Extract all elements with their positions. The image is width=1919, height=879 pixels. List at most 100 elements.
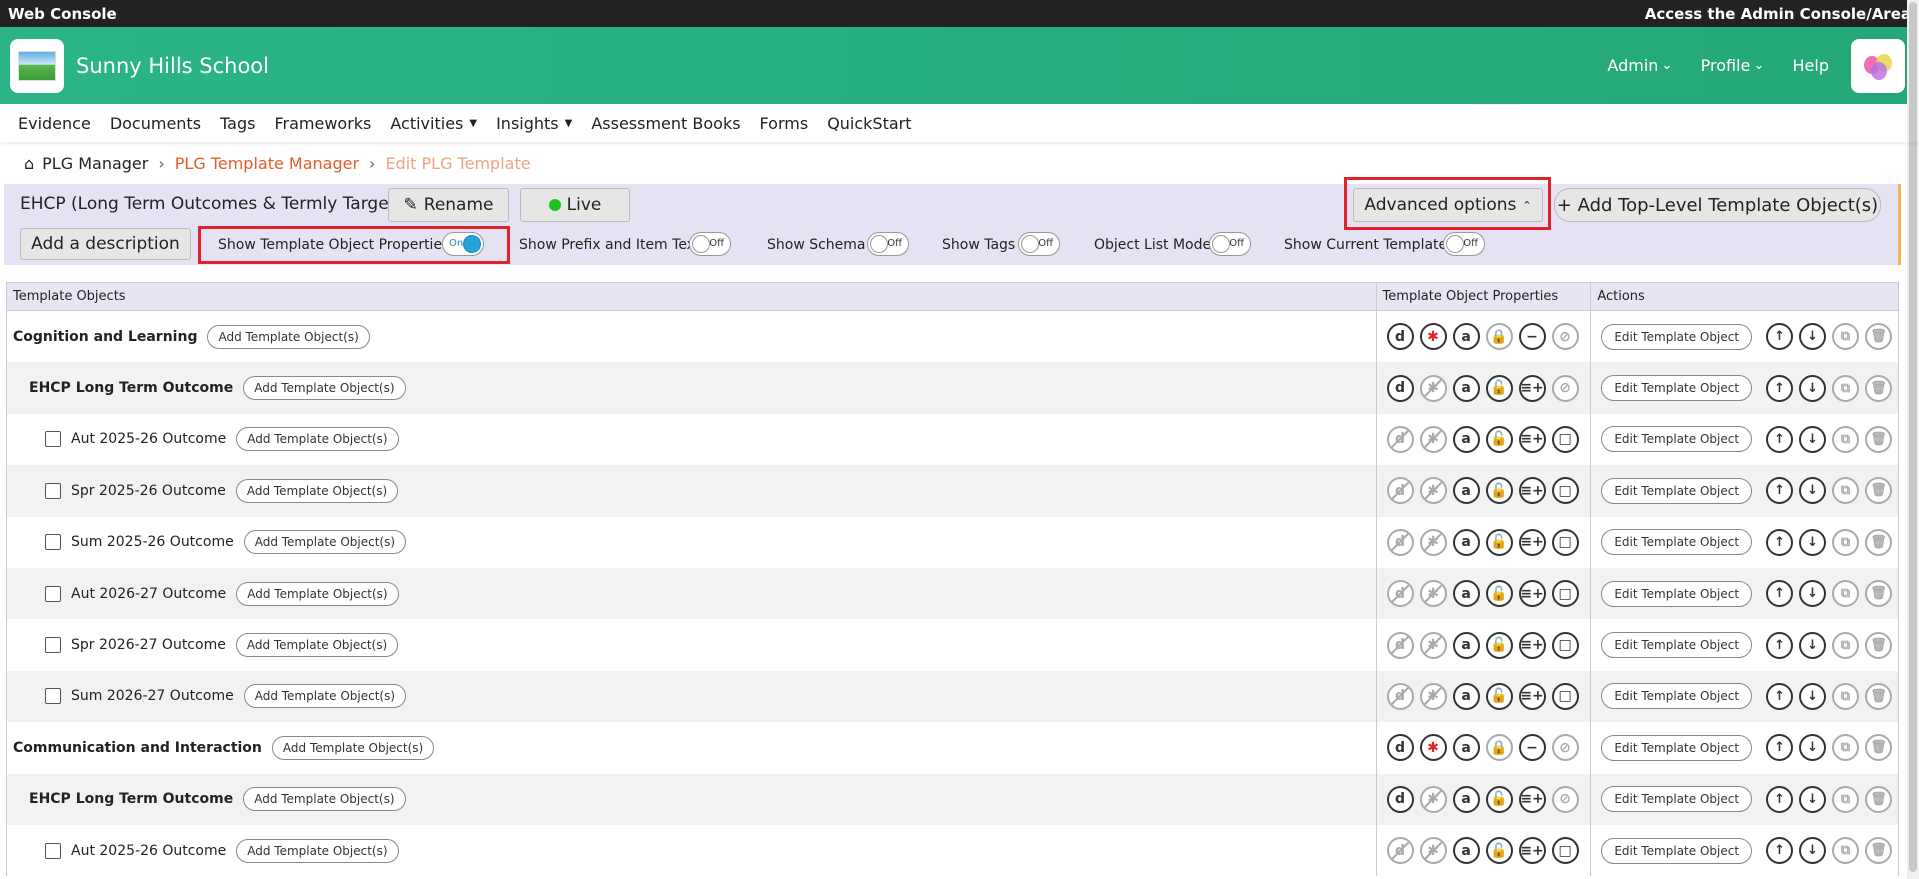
duplicate-icon[interactable]: ⧉: [1832, 477, 1860, 505]
move-up-icon[interactable]: ↑: [1766, 323, 1794, 351]
edit-template-object-button[interactable]: Edit Template Object: [1601, 323, 1753, 350]
add-template-object-button[interactable]: Add Template Object(s): [207, 324, 370, 349]
rename-button[interactable]: ✎ Rename: [388, 188, 509, 222]
a-property-icon[interactable]: a: [1452, 323, 1480, 351]
row-checkbox[interactable]: [45, 585, 61, 602]
required-star-icon[interactable]: ✱: [1419, 425, 1447, 453]
menu-activities[interactable]: Activities ▼: [390, 114, 477, 133]
menu-quickstart[interactable]: QuickStart: [827, 114, 911, 133]
move-down-icon[interactable]: ↓: [1799, 323, 1827, 351]
duplicate-icon[interactable]: ⧉: [1832, 837, 1860, 865]
add-template-object-button[interactable]: Add Template Object(s): [235, 633, 399, 658]
menu-forms[interactable]: Forms: [760, 114, 809, 133]
delete-icon[interactable]: 🗑: [1865, 682, 1893, 710]
delete-icon[interactable]: 🗑: [1865, 785, 1893, 813]
breadcrumb-template-manager[interactable]: PLG Template Manager: [175, 154, 359, 173]
row-checkbox[interactable]: [45, 637, 61, 654]
move-down-icon[interactable]: ↓: [1799, 425, 1827, 453]
move-down-icon[interactable]: ↓: [1799, 682, 1827, 710]
row-checkbox[interactable]: [45, 431, 61, 448]
edit-template-object-button[interactable]: Edit Template Object: [1601, 426, 1753, 453]
menu-tags[interactable]: Tags: [220, 114, 255, 133]
delete-icon[interactable]: 🗑: [1865, 631, 1893, 659]
home-icon[interactable]: ⌂: [24, 154, 34, 173]
d-property-icon[interactable]: d: [1386, 374, 1414, 402]
delete-icon[interactable]: 🗑: [1865, 425, 1893, 453]
a-property-icon[interactable]: a: [1452, 631, 1480, 659]
a-property-icon[interactable]: a: [1452, 837, 1480, 865]
move-down-icon[interactable]: ↓: [1799, 580, 1827, 608]
edit-template-object-button[interactable]: Edit Template Object: [1601, 580, 1753, 607]
checkbox-icon[interactable]: ⊘: [1551, 785, 1579, 813]
d-property-icon[interactable]: d: [1386, 734, 1414, 762]
move-down-icon[interactable]: ↓: [1799, 785, 1827, 813]
toggle-tags[interactable]: Off: [1018, 232, 1060, 256]
d-property-icon[interactable]: d: [1386, 837, 1414, 865]
list-add-icon[interactable]: ≡+: [1518, 528, 1546, 556]
lock-icon[interactable]: 🔓: [1485, 631, 1513, 659]
toggle-object-list-mode[interactable]: Off: [1209, 232, 1251, 256]
add-top-level-button[interactable]: + Add Top-Level Template Object(s): [1554, 188, 1881, 222]
menu-documents[interactable]: Documents: [110, 114, 201, 133]
delete-icon[interactable]: 🗑: [1865, 528, 1893, 556]
edit-template-object-button[interactable]: Edit Template Object: [1601, 477, 1753, 504]
list-add-icon[interactable]: −: [1518, 734, 1546, 762]
d-property-icon[interactable]: d: [1386, 785, 1414, 813]
required-star-icon[interactable]: ✱: [1419, 580, 1447, 608]
required-star-icon[interactable]: ✱: [1419, 631, 1447, 659]
list-add-icon[interactable]: −: [1518, 323, 1546, 351]
toggle-current-template[interactable]: Off: [1443, 232, 1485, 256]
d-property-icon[interactable]: d: [1386, 425, 1414, 453]
toggle-prefix-item-text[interactable]: Off: [689, 232, 731, 256]
lock-icon[interactable]: 🔓: [1485, 682, 1513, 710]
lock-icon[interactable]: 🔓: [1485, 580, 1513, 608]
school-logo[interactable]: [10, 38, 64, 93]
menu-frameworks[interactable]: Frameworks: [274, 114, 371, 133]
edit-template-object-button[interactable]: Edit Template Object: [1601, 529, 1753, 556]
list-add-icon[interactable]: ≡+: [1518, 374, 1546, 402]
move-up-icon[interactable]: ↑: [1766, 374, 1794, 402]
a-property-icon[interactable]: a: [1452, 734, 1480, 762]
move-up-icon[interactable]: ↑: [1766, 425, 1794, 453]
checkbox-icon[interactable]: □: [1551, 631, 1579, 659]
edit-template-object-button[interactable]: Edit Template Object: [1601, 734, 1753, 761]
lock-icon[interactable]: 🔓: [1485, 374, 1513, 402]
required-star-icon[interactable]: ✱: [1419, 785, 1447, 813]
lock-icon[interactable]: 🔓: [1485, 785, 1513, 813]
move-down-icon[interactable]: ↓: [1799, 837, 1827, 865]
edit-template-object-button[interactable]: Edit Template Object: [1601, 786, 1753, 813]
row-checkbox[interactable]: [45, 482, 61, 499]
checkbox-icon[interactable]: □: [1551, 682, 1579, 710]
add-template-object-button[interactable]: Add Template Object(s): [243, 787, 406, 812]
d-property-icon[interactable]: d: [1386, 682, 1414, 710]
move-up-icon[interactable]: ↑: [1766, 734, 1794, 762]
add-template-object-button[interactable]: Add Template Object(s): [236, 427, 399, 452]
move-up-icon[interactable]: ↑: [1766, 580, 1794, 608]
checkbox-icon[interactable]: ⊘: [1551, 734, 1579, 762]
delete-icon[interactable]: 🗑: [1865, 580, 1893, 608]
delete-icon[interactable]: 🗑: [1865, 837, 1893, 865]
a-property-icon[interactable]: a: [1452, 425, 1480, 453]
required-star-icon[interactable]: ✱: [1419, 374, 1447, 402]
row-checkbox[interactable]: [45, 842, 61, 859]
checkbox-icon[interactable]: □: [1551, 580, 1579, 608]
delete-icon[interactable]: 🗑: [1865, 323, 1893, 351]
d-property-icon[interactable]: d: [1386, 580, 1414, 608]
required-star-icon[interactable]: ✱: [1419, 682, 1447, 710]
list-add-icon[interactable]: ≡+: [1518, 580, 1546, 608]
d-property-icon[interactable]: d: [1386, 477, 1414, 505]
add-template-object-button[interactable]: Add Template Object(s): [243, 684, 407, 709]
row-checkbox[interactable]: [45, 688, 61, 705]
duplicate-icon[interactable]: ⧉: [1832, 682, 1860, 710]
toggle-schema[interactable]: Off: [867, 232, 909, 256]
delete-icon[interactable]: 🗑: [1865, 734, 1893, 762]
move-up-icon[interactable]: ↑: [1766, 682, 1794, 710]
duplicate-icon[interactable]: ⧉: [1832, 580, 1860, 608]
admin-menu[interactable]: Admin ⌄: [1607, 56, 1672, 75]
menu-assessment-books[interactable]: Assessment Books: [591, 114, 740, 133]
toggle-template-properties[interactable]: On: [442, 232, 484, 256]
lock-icon[interactable]: 🔓: [1485, 837, 1513, 865]
d-property-icon[interactable]: d: [1386, 631, 1414, 659]
lock-icon[interactable]: 🔓: [1485, 528, 1513, 556]
lock-icon[interactable]: 🔓: [1485, 477, 1513, 505]
